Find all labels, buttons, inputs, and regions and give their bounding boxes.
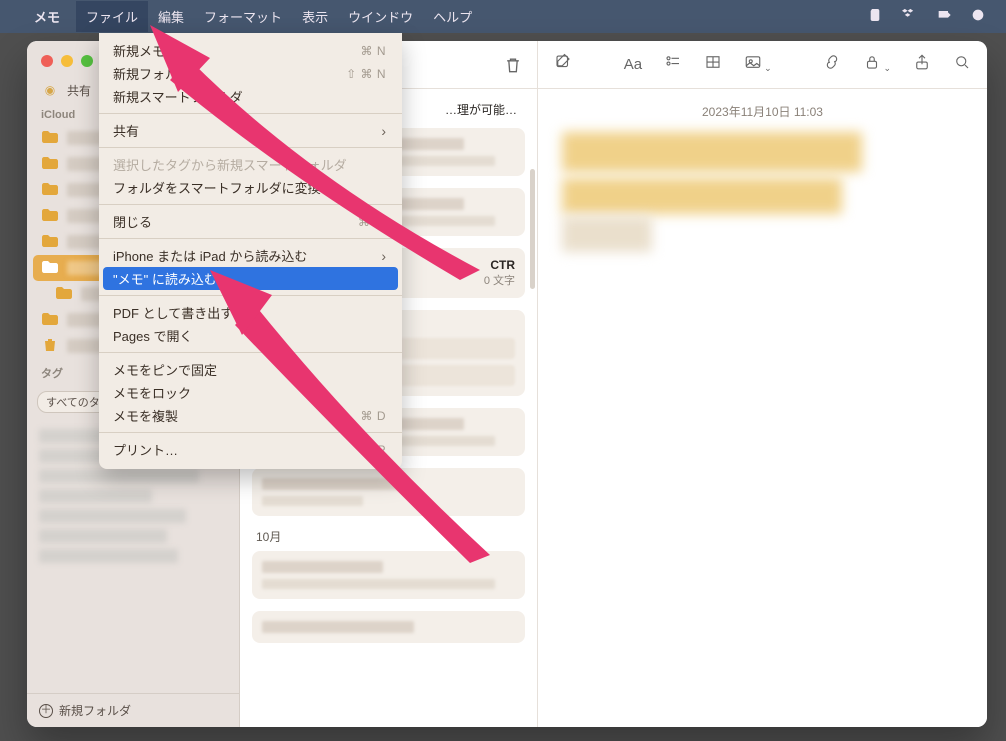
menu-file[interactable]: ファイル (76, 1, 148, 32)
sidebar-shared-label: 共有 (67, 82, 91, 99)
zoom-button[interactable] (81, 55, 93, 67)
folder-icon (41, 313, 59, 328)
menu-smart-from-tags: 選択したタグから新規スマートフォルダ (99, 153, 402, 176)
highlight-block (562, 178, 842, 214)
font-icon[interactable]: Aa (624, 56, 642, 73)
app-name[interactable]: メモ (34, 7, 60, 26)
menu-close[interactable]: 閉じる⌘ W (99, 210, 402, 233)
folder-icon (41, 209, 59, 224)
note-date: 2023年11月10日 11:03 (562, 103, 963, 120)
note-body[interactable]: 2023年11月10日 11:03 (538, 89, 987, 727)
search-icon[interactable] (953, 53, 971, 76)
folder-icon (41, 157, 59, 172)
evernote-icon[interactable] (868, 7, 884, 27)
menu-new-note[interactable]: 新規メモ⌘ N (99, 39, 402, 62)
folder-icon (55, 287, 73, 302)
shared-icon: ◉ (41, 83, 59, 97)
folder-icon (41, 261, 59, 276)
folder-icon (41, 131, 59, 146)
month-header: 10月 (256, 528, 521, 545)
menu-print[interactable]: プリント…⌘ P (99, 438, 402, 461)
table-icon[interactable] (704, 53, 722, 76)
menu-help[interactable]: ヘルプ (423, 1, 482, 32)
folder-icon (41, 183, 59, 198)
media-icon[interactable]: ⌄ (744, 53, 772, 76)
menu-new-folder[interactable]: 新規フォルダ⇧ ⌘ N (99, 62, 402, 85)
note-toolbar: Aa ⌄ ⌄ (538, 41, 987, 89)
status-icon-2[interactable] (970, 7, 986, 27)
menu-import-to-notes[interactable]: "メモ" に読み込む… (103, 267, 398, 290)
menu-format[interactable]: フォーマット (194, 1, 292, 32)
status-icon-1[interactable] (936, 7, 952, 27)
lock-icon[interactable]: ⌄ (863, 53, 891, 76)
close-button[interactable] (41, 55, 53, 67)
menu-window[interactable]: ウインドウ (338, 1, 423, 32)
menu-import-device[interactable]: iPhone または iPad から読み込む (99, 244, 402, 267)
minimize-button[interactable] (61, 55, 73, 67)
menu-pin[interactable]: メモをピンで固定 (99, 358, 402, 381)
highlight-block (562, 132, 862, 172)
trash-icon[interactable] (503, 55, 523, 75)
note-card[interactable] (252, 468, 525, 516)
note-card[interactable] (252, 611, 525, 643)
menu-lock[interactable]: メモをロック (99, 381, 402, 404)
menu-share[interactable]: 共有 (99, 119, 402, 142)
menubar: メモ ファイル 編集 フォーマット 表示 ウインドウ ヘルプ (0, 0, 1006, 33)
menubar-extras (868, 7, 1006, 27)
highlight-block (562, 216, 652, 252)
menu-export-pdf[interactable]: PDF として書き出す… (99, 301, 402, 324)
menu-convert-smart[interactable]: フォルダをスマートフォルダに変換 (99, 176, 402, 199)
sidebar-new-folder[interactable]: ＋ 新規フォルダ (27, 693, 239, 727)
scrollbar[interactable] (530, 169, 535, 289)
note-card[interactable] (252, 551, 525, 599)
menu-edit[interactable]: 編集 (148, 1, 194, 32)
dropbox-icon[interactable] (902, 7, 918, 27)
checklist-icon[interactable] (664, 53, 682, 76)
note-pane: Aa ⌄ ⌄ 2023年11月10日 11:03 (538, 41, 987, 727)
trash-icon (41, 338, 59, 355)
file-menu-dropdown: 新規メモ⌘ N 新規フォルダ⇧ ⌘ N 新規スマートフォルダ 共有 選択したタグ… (99, 33, 402, 469)
menu-duplicate[interactable]: メモを複製⌘ D (99, 404, 402, 427)
link-icon[interactable] (823, 53, 841, 76)
folder-icon (41, 235, 59, 250)
plus-icon: ＋ (39, 704, 53, 718)
compose-icon[interactable] (554, 53, 572, 76)
menu-view[interactable]: 表示 (292, 1, 338, 32)
share-icon[interactable] (913, 53, 931, 76)
menu-open-pages[interactable]: Pages で開く (99, 324, 402, 347)
sidebar-new-folder-label: 新規フォルダ (59, 702, 131, 719)
menu-new-smart-folder[interactable]: 新規スマートフォルダ (99, 85, 402, 108)
